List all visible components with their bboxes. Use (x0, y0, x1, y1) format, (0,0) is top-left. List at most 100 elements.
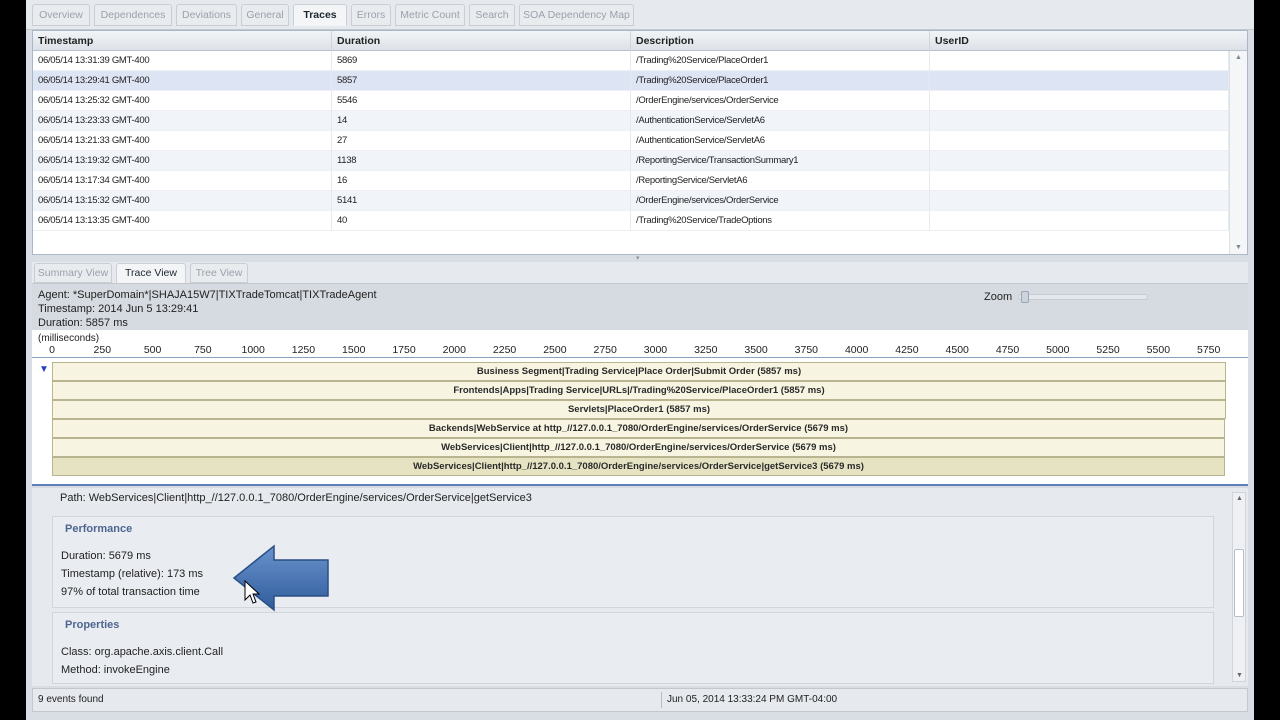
ruler-tick-label: 1000 (241, 344, 265, 356)
table-row[interactable]: 06/05/14 13:23:33 GMT-400 14/Authenticati… (33, 111, 1229, 131)
agent-label: Agent: *SuperDomain*|SHAJA15W7|TIXTradeT… (38, 289, 377, 301)
scroll-down-icon[interactable]: ▼ (1235, 244, 1242, 251)
cell-duration: 5857 (332, 71, 631, 91)
cell-description: /Trading%20Service/PlaceOrder1 (631, 71, 930, 91)
details-scroll-thumb[interactable] (1234, 549, 1244, 617)
column-header-duration[interactable]: Duration (332, 31, 631, 51)
duration-label: Duration: 5857 ms (38, 317, 128, 329)
tab-soa-dependency-map[interactable]: SOA Dependency Map (519, 4, 634, 26)
ruler-tick-label: 500 (143, 344, 162, 356)
mouse-cursor-icon (244, 580, 260, 604)
ruler-tick-label: 4500 (945, 344, 969, 356)
view-tab-bar: Summary View Trace View Tree View (32, 262, 1248, 284)
zoom-slider[interactable] (1018, 291, 1148, 303)
cell-userid (930, 111, 1229, 131)
cell-userid (930, 151, 1229, 171)
properties-title: Properties (65, 619, 120, 631)
status-divider (661, 692, 662, 708)
collapse-triangle-icon[interactable]: ▼ (39, 364, 49, 375)
ruler-tick-label: 2250 (492, 344, 517, 356)
cell-duration: 5141 (332, 191, 631, 211)
cell-timestamp: 06/05/14 13:19:32 GMT-400 (33, 151, 332, 171)
tab-deviations[interactable]: Deviations (176, 4, 237, 26)
ruler-tick-label: 2750 (593, 344, 617, 356)
trace-bar[interactable]: Servlets|PlaceOrder1 (5857 ms) (52, 400, 1226, 419)
tab-trace-view[interactable]: Trace View (116, 263, 186, 283)
table-row[interactable]: 06/05/14 13:19:32 GMT-400 1138/ReportingS… (33, 151, 1229, 171)
main-tab-bar: Overview Dependences Deviations General … (26, 0, 1254, 30)
trace-bar[interactable]: Business Segment|Trading Service|Place O… (52, 362, 1226, 381)
ruler-tick-label: 3250 (694, 344, 718, 356)
cell-description: /ReportingService/TransactionSummary1 (631, 151, 930, 171)
trace-bar[interactable]: WebServices|Client|http_//127.0.0.1_7080… (52, 457, 1225, 476)
tab-tree-view[interactable]: Tree View (190, 263, 248, 283)
trace-bar[interactable]: Frontends|Apps|Trading Service|URLs|/Tra… (52, 381, 1226, 400)
cell-duration: 5869 (332, 51, 631, 71)
cell-description: /ReportingService/ServletA6 (631, 171, 930, 191)
tab-traces[interactable]: Traces (293, 4, 347, 26)
tab-metric-count[interactable]: Metric Count (395, 4, 465, 26)
tab-general[interactable]: General (241, 4, 289, 26)
table-row[interactable]: 06/05/14 13:21:33 GMT-400 27/Authenticati… (33, 131, 1229, 151)
cell-duration: 14 (332, 111, 631, 131)
ruler-tick-label: 5250 (1096, 344, 1120, 356)
cell-description: /Trading%20Service/TradeOptions (631, 211, 930, 231)
details-scroll-down-icon[interactable]: ▼ (1236, 672, 1243, 679)
status-bar: 9 events found Jun 05, 2014 13:33:24 PM … (32, 688, 1248, 712)
details-scroll-up-icon[interactable]: ▲ (1236, 495, 1243, 502)
component-path: Path: WebServices|Client|http_//127.0.0.… (60, 492, 532, 504)
ruler-tick-label: 1250 (291, 344, 316, 356)
table-row[interactable]: 06/05/14 13:13:35 GMT-400 40/Trading%20Se… (33, 211, 1229, 231)
perf-percent-total: 97% of total transaction time (61, 586, 200, 598)
ruler-tick-label: 4000 (844, 344, 869, 356)
ruler-unit-label: (milliseconds) (38, 333, 100, 344)
timeline-ruler: (milliseconds) 0 250 500 750 1000 1250 1500 175… (32, 330, 1248, 358)
ruler-tick-label: 5500 (1146, 344, 1171, 356)
cell-userid (930, 191, 1229, 211)
events-count: 9 events found (38, 694, 104, 705)
properties-section: Properties Class: org.apache.axis.client… (52, 612, 1214, 684)
prop-class: Class: org.apache.axis.client.Call (61, 646, 224, 658)
ruler-tick-label: 5000 (1046, 344, 1070, 356)
cell-timestamp: 06/05/14 13:21:33 GMT-400 (33, 131, 332, 151)
tab-search[interactable]: Search (469, 4, 515, 26)
column-header-timestamp[interactable]: Timestamp (33, 31, 332, 51)
details-scrollbar[interactable]: ▲ ▼ (1232, 492, 1246, 682)
zoom-slider-thumb[interactable] (1021, 291, 1029, 303)
table-row[interactable]: 06/05/14 13:29:41 GMT-400 5857/Trading%20… (33, 71, 1229, 91)
status-datetime: Jun 05, 2014 13:33:24 PM GMT-04:00 (667, 694, 838, 705)
table-scrollbar[interactable]: ▲ ▼ (1229, 51, 1247, 254)
ruler-tick-label: 1500 (342, 344, 366, 356)
component-details: Path: WebServices|Client|http_//127.0.0.… (32, 488, 1248, 686)
splitter-handle[interactable]: ▾ (636, 254, 640, 262)
column-header-userid[interactable]: UserID (930, 31, 1247, 51)
perf-relative-timestamp: Timestamp (relative): 173 ms (61, 568, 204, 580)
cell-timestamp: 06/05/14 13:17:34 GMT-400 (33, 171, 332, 191)
cell-timestamp: 06/05/14 13:25:32 GMT-400 (33, 91, 332, 111)
cell-duration: 16 (332, 171, 631, 191)
scroll-up-icon[interactable]: ▲ (1235, 54, 1242, 61)
column-header-description[interactable]: Description (631, 31, 930, 51)
tab-errors[interactable]: Errors (351, 4, 391, 26)
cell-description: /Trading%20Service/PlaceOrder1 (631, 51, 930, 71)
ruler-tick-label: 250 (93, 344, 112, 356)
cell-userid (930, 171, 1229, 191)
tab-overview[interactable]: Overview (32, 4, 90, 26)
tab-dependences[interactable]: Dependences (94, 4, 172, 26)
ruler-tick-label: 5750 (1196, 344, 1221, 356)
ruler-tick-label: 4750 (995, 344, 1020, 356)
table-row[interactable]: 06/05/14 13:25:32 GMT-400 5546/OrderEngin… (33, 91, 1229, 111)
cell-userid (930, 71, 1229, 91)
tab-summary-view[interactable]: Summary View (34, 263, 112, 283)
ruler-tick-label: 4250 (895, 344, 919, 356)
cell-description: /OrderEngine/services/OrderService (631, 191, 930, 211)
cell-description: /OrderEngine/services/OrderService (631, 91, 930, 111)
trace-bar[interactable]: Backends|WebService at http_//127.0.0.1_… (52, 419, 1225, 438)
table-row[interactable]: 06/05/14 13:15:32 GMT-400 5141/OrderEngin… (33, 191, 1229, 211)
table-body: 06/05/14 13:31:39 GMT-400 5869/Trading%20… (33, 51, 1229, 231)
table-row[interactable]: 06/05/14 13:17:34 GMT-400 16/ReportingSer… (33, 171, 1229, 191)
trace-bar[interactable]: WebServices|Client|http_//127.0.0.1_7080… (52, 438, 1225, 457)
perf-duration: Duration: 5679 ms (61, 550, 151, 562)
table-row[interactable]: 06/05/14 13:31:39 GMT-400 5869/Trading%20… (33, 51, 1229, 71)
ruler-tick-label: 0 (49, 344, 55, 356)
